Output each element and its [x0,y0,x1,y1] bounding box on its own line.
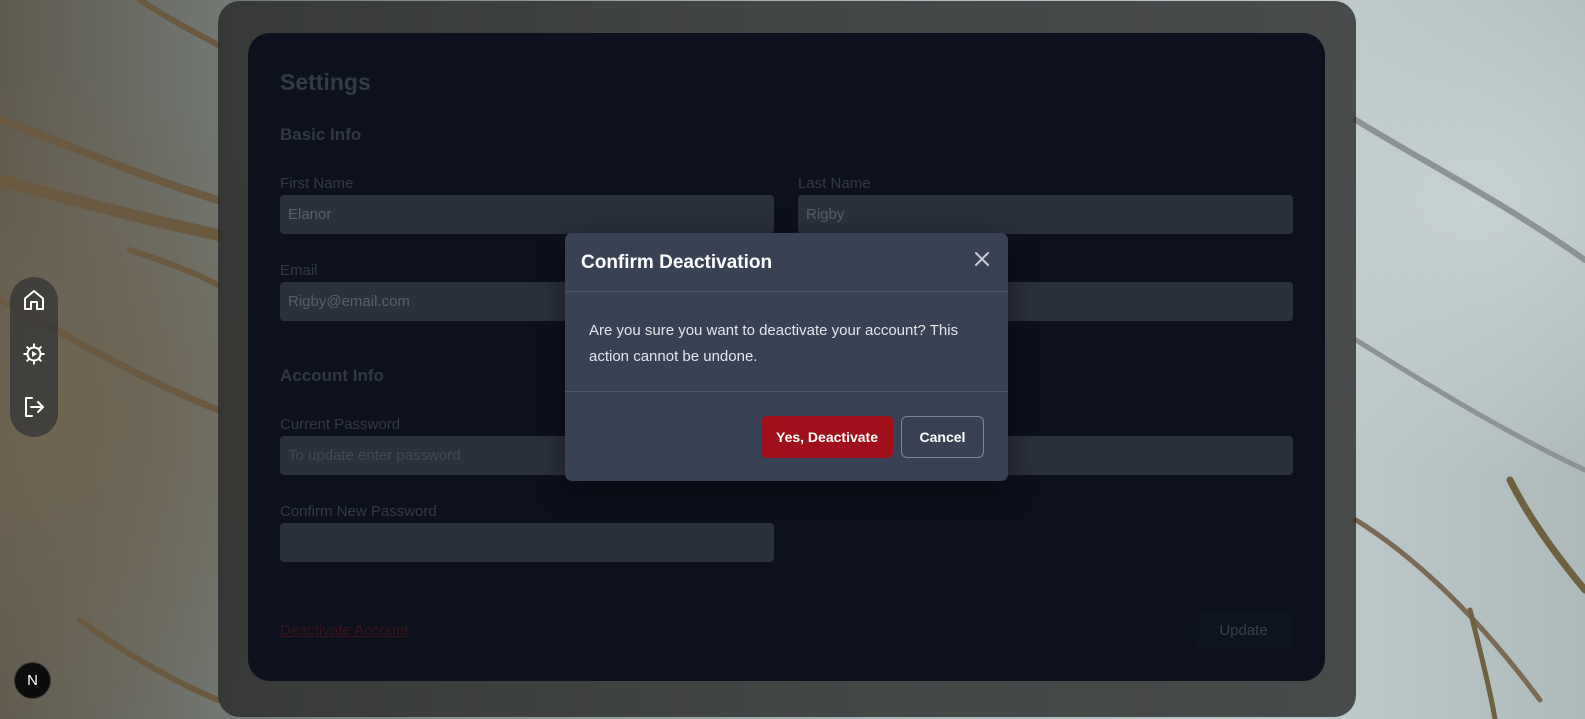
close-icon[interactable] [971,248,993,270]
last-name-field[interactable]: Rigby [798,195,1293,234]
page-title: Settings [280,69,371,95]
modal-title: Confirm Deactivation [581,252,773,273]
cancel-button[interactable]: Cancel [901,416,984,458]
framework-badge[interactable]: N [14,662,51,699]
confirm-deactivate-button[interactable]: Yes, Deactivate [761,416,893,458]
settings-gear-icon[interactable] [22,342,46,366]
logout-icon[interactable] [22,395,46,419]
current-password-label: Current Password [280,416,401,433]
confirm-new-password-label: Confirm New Password [280,503,437,520]
modal-message: Are you sure you want to deactivate your… [589,322,959,365]
account-info-heading: Account Info [280,366,384,385]
home-icon[interactable] [22,288,46,312]
basic-info-heading: Basic Info [280,125,362,144]
email-label: Email [280,262,318,279]
first-name-field[interactable]: Elanor [280,195,774,234]
confirm-deactivation-modal: Confirm Deactivation Are you sure you wa… [565,233,1008,481]
modal-header-divider [565,291,1008,292]
side-dock [10,277,58,437]
modal-footer-divider [565,391,1008,392]
confirm-new-password-field[interactable] [280,523,774,562]
update-button[interactable]: Update [1194,611,1293,650]
first-name-label: First Name [280,175,354,192]
last-name-label: Last Name [798,175,871,192]
deactivate-account-link[interactable]: Deactivate Account [280,622,408,639]
